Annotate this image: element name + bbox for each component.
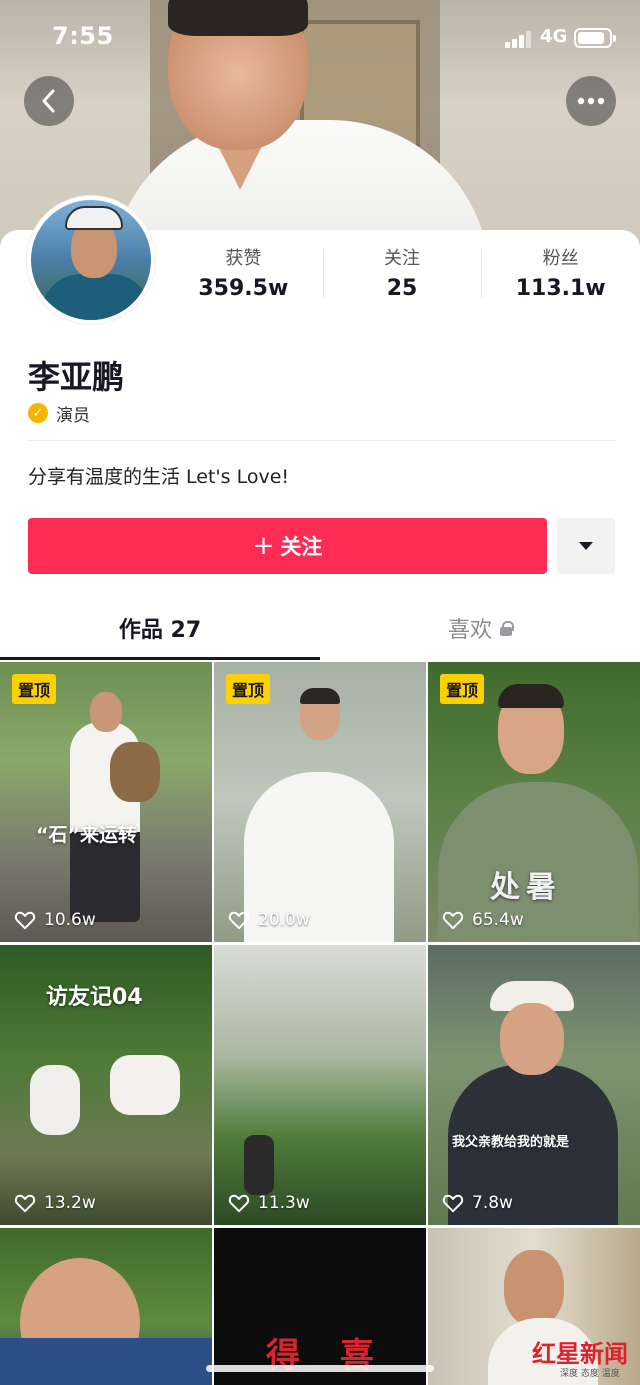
avatar[interactable] (27, 196, 155, 324)
stat-likes-received[interactable]: 获赞 359.5w (164, 246, 323, 316)
stat-label: 关注 (384, 248, 420, 269)
verified-check-icon: ✓ (28, 403, 48, 423)
video-tile[interactable] (0, 1228, 212, 1385)
tab-indicator (0, 657, 320, 660)
stat-value: 359.5w (198, 276, 289, 301)
watermark-logo: 红星新闻 (532, 1339, 628, 1368)
video-grid: 置顶 “石”来运转 10.6w 置顶 20.0w 置顶 处暑 65.4w 访友记… (0, 662, 640, 1385)
follow-label: 关注 (280, 535, 323, 559)
status-time: 7:55 (52, 22, 114, 50)
tab-works-label: 作品 27 (118, 618, 202, 643)
profile-tabs: 作品 27 喜欢 (0, 596, 640, 660)
pinned-badge: 置顶 (440, 674, 485, 704)
tab-likes[interactable]: 喜欢 (320, 596, 640, 660)
network-type: 4G (540, 26, 568, 47)
more-dots-icon (577, 97, 605, 105)
like-count-value: 20.0w (258, 910, 310, 930)
battery-icon (574, 28, 616, 48)
like-count-value: 11.3w (258, 1193, 310, 1213)
stat-value: 25 (386, 276, 418, 301)
more-button[interactable] (566, 76, 616, 126)
like-count-value: 7.8w (472, 1193, 513, 1213)
caret-down-icon (579, 542, 593, 550)
recommend-dropdown-button[interactable] (557, 518, 615, 574)
video-caption: 我父亲教给我的就是 (452, 1135, 570, 1150)
stat-label: 获赞 (225, 248, 262, 269)
video-caption: 访友记04 (46, 985, 143, 1010)
like-count-value: 10.6w (44, 910, 96, 930)
like-count: 7.8w (442, 1193, 513, 1213)
pinned-badge: 置顶 (226, 674, 271, 704)
heart-icon (228, 911, 250, 930)
profile-name: 李亚鹏 (28, 358, 125, 396)
back-button[interactable] (24, 76, 74, 126)
like-count: 11.3w (228, 1193, 310, 1213)
video-tile[interactable]: 置顶 20.0w (214, 662, 426, 942)
verified-label: 演员 (56, 405, 90, 426)
verified-tag: ✓ 演员 (28, 400, 90, 426)
like-count-value: 13.2w (44, 1193, 96, 1213)
lock-icon (500, 621, 514, 636)
like-count: 20.0w (228, 910, 310, 930)
divider (28, 440, 616, 441)
watermark-subtext: 深度 态度 温度 (560, 1369, 620, 1379)
video-tile[interactable]: 置顶 处暑 65.4w (428, 662, 640, 942)
like-count: 13.2w (14, 1193, 96, 1213)
plus-icon: + (252, 531, 275, 561)
heart-icon (14, 1194, 36, 1213)
stat-value: 113.1w (515, 276, 606, 301)
battery-level (578, 32, 604, 44)
chevron-left-icon (42, 89, 55, 113)
home-indicator (206, 1365, 434, 1372)
stat-following[interactable]: 关注 25 (322, 246, 482, 316)
like-count-value: 65.4w (472, 910, 524, 930)
heart-icon (14, 911, 36, 930)
like-count: 65.4w (442, 910, 524, 930)
tab-works[interactable]: 作品 27 (0, 596, 320, 660)
profile-bio: 分享有温度的生活 Let's Love! (28, 466, 290, 488)
video-tile[interactable]: 我父亲教给我的就是 7.8w (428, 945, 640, 1225)
tab-likes-label: 喜欢 (447, 618, 492, 643)
heart-icon (228, 1194, 250, 1213)
stat-followers[interactable]: 粉丝 113.1w (481, 246, 640, 316)
heart-icon (442, 1194, 464, 1213)
pinned-badge: 置顶 (12, 674, 57, 704)
video-tile[interactable]: 访友记04 13.2w (0, 945, 212, 1225)
heart-icon (442, 911, 464, 930)
follow-button[interactable]: + 关注 (28, 518, 547, 574)
status-bar: 7:55 4G (0, 0, 640, 76)
signal-icon (505, 30, 535, 48)
video-tile[interactable]: 得 喜 (214, 1228, 426, 1385)
profile-stats: 获赞 359.5w 关注 25 粉丝 113.1w (164, 246, 640, 316)
video-caption: 处暑 (490, 870, 562, 905)
like-count: 10.6w (14, 910, 96, 930)
stat-label: 粉丝 (542, 248, 579, 269)
video-tile[interactable]: 置顶 “石”来运转 10.6w (0, 662, 212, 942)
video-tile[interactable]: 11.3w (214, 945, 426, 1225)
video-caption: “石”来运转 (36, 824, 137, 846)
